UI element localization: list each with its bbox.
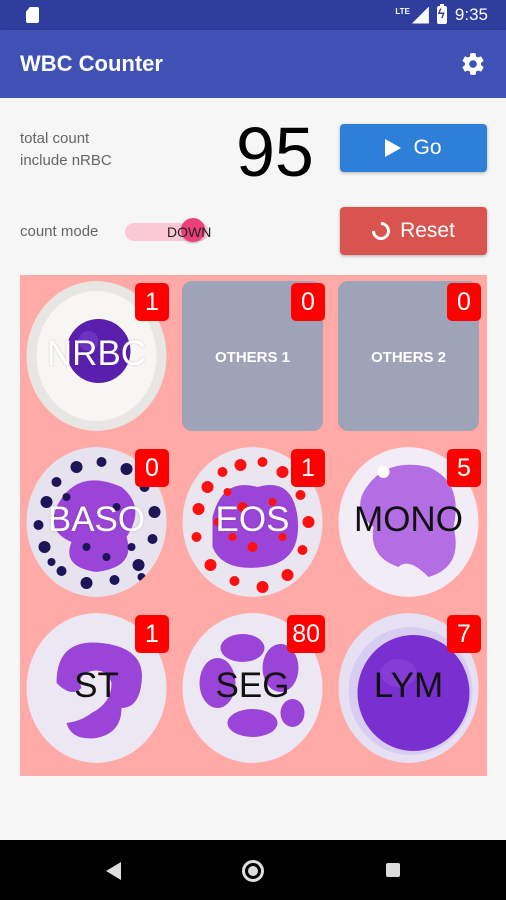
cell-grid: NRBC 1 OTHERS 1 0 OTHERS 2 0 BASO 0 EOS … [20,275,487,776]
app-title: WBC Counter [20,51,163,76]
back-icon[interactable] [106,862,121,880]
app-bar: WBC Counter [0,30,506,98]
cell-label: NRBC [46,334,147,373]
count-badge: 1 [135,615,169,653]
cell-others-2[interactable]: OTHERS 2 0 [336,279,481,433]
cell-nrbc[interactable]: NRBC 1 [24,279,169,433]
count-badge: 1 [291,449,325,487]
status-time: 9:35 [454,5,488,24]
cell-lym[interactable]: LYM 7 [336,611,481,765]
cell-label: SEG [215,666,290,705]
navigation-bar [0,840,506,900]
sd-card-icon [26,7,39,23]
play-icon [385,139,402,157]
count-badge: 80 [287,615,325,653]
total-label-line2: include nRBC [20,152,112,169]
cell-others-1[interactable]: OTHERS 1 0 [180,279,325,433]
reset-label: Reset [400,219,455,242]
count-badge: 1 [135,283,169,321]
go-button[interactable]: Go [340,124,487,172]
go-label: Go [413,136,442,159]
home-icon[interactable] [242,860,264,882]
recent-apps-icon[interactable] [386,863,400,877]
battery-icon [436,4,447,24]
reset-button[interactable]: Reset [340,207,487,255]
cell-eos[interactable]: EOS 1 [180,445,325,599]
total-label-line1: total count [20,130,90,147]
count-badge: 0 [447,283,481,321]
count-badge: 7 [447,615,481,653]
cell-seg[interactable]: SEG 80 [180,611,325,765]
total-count-value: 95 [236,113,314,191]
cell-label: MONO [354,500,463,539]
cell-label: OTHERS 2 [370,349,446,366]
count-badge: 5 [447,449,481,487]
count-badge: 0 [291,283,325,321]
status-bar: LTE 9:35 [0,0,506,30]
cell-label: EOS [215,500,290,539]
signal-icon [411,6,429,24]
cell-mono[interactable]: MONO 5 [336,445,481,599]
cell-label: ST [74,666,119,705]
status-icons: LTE 9:35 [395,4,488,25]
cell-label: OTHERS 1 [214,349,290,366]
count-mode-toggle[interactable]: DOWN [125,218,212,242]
cell-baso[interactable]: BASO 0 [24,445,169,599]
gear-icon[interactable] [460,51,486,77]
main-content: total count include nRBC 95 Go count mod… [0,98,506,840]
count-badge: 0 [135,449,169,487]
toggle-text: DOWN [167,224,212,240]
cell-label: BASO [47,500,146,539]
lte-label: LTE [395,6,410,16]
reset-icon [368,218,394,244]
total-count-label: total count include nRBC [20,128,112,172]
cell-label: LYM [373,666,444,705]
cell-st[interactable]: ST 1 [24,611,169,765]
count-mode-label: count mode [20,223,99,240]
